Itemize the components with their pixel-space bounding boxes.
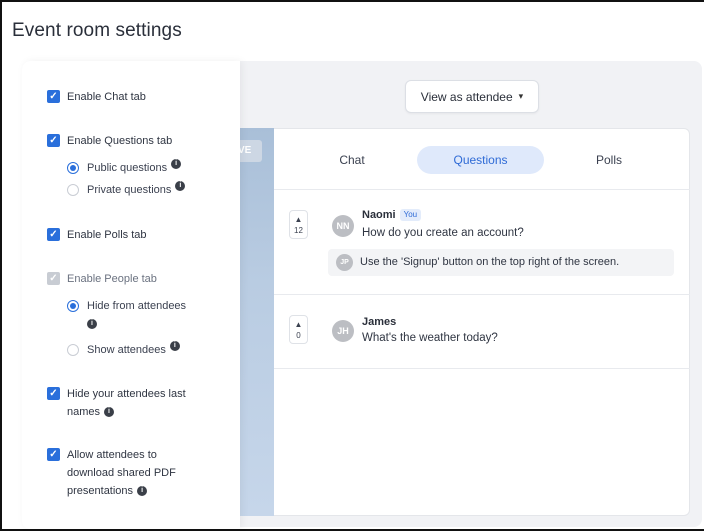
public-questions-label: Public questions (87, 162, 168, 174)
question-item: ▲ 0 JH James What's the weather today? (274, 295, 690, 369)
upvote-button[interactable]: ▲ 12 (289, 210, 308, 239)
vote-count: 0 (296, 331, 301, 340)
radio-unselected-icon[interactable] (67, 184, 79, 196)
enable-chat-label: Enable Chat tab (67, 91, 146, 103)
info-icon[interactable]: i (169, 341, 180, 351)
info-icon[interactable]: i (104, 407, 115, 418)
info-icon[interactable]: i (87, 319, 97, 330)
checkbox-checked-icon[interactable]: ✓ (47, 387, 60, 400)
hide-from-attendees-option[interactable]: Hide from attendees i (67, 297, 186, 333)
you-badge: You (399, 209, 422, 221)
tab-questions[interactable]: Questions (417, 146, 544, 174)
question-author: Naomi You (362, 209, 422, 221)
author-name: James (362, 316, 397, 328)
enable-questions-label: Enable Questions tab (67, 135, 173, 147)
view-as-attendee-button[interactable]: View as attendee ▾ (405, 80, 539, 113)
radio-unselected-icon[interactable] (67, 344, 79, 356)
enable-chat-option[interactable]: ✓ Enable Chat tab (47, 88, 146, 106)
avatar: JP (336, 254, 353, 271)
answer-bubble: JP Use the 'Signup' button on the top ri… (328, 249, 674, 276)
hide-last-names-label-line1: Hide your attendees last (67, 388, 186, 400)
chevron-down-icon: ▾ (518, 91, 524, 101)
checkbox-disabled-icon: ✓ (47, 272, 60, 285)
settings-panel: ✓ Enable Chat tab ✓ Enable Questions tab… (22, 61, 240, 529)
hide-from-attendees-label: Hide from attendees (87, 300, 187, 312)
allow-download-label-line1: Allow attendees to (67, 449, 157, 461)
private-questions-option[interactable]: Private questions i (67, 181, 186, 199)
upvote-arrow-icon: ▲ (294, 320, 303, 329)
private-questions-label: Private questions (87, 184, 172, 196)
info-icon[interactable]: i (175, 181, 186, 191)
avatar: NN (332, 215, 354, 237)
public-questions-option[interactable]: Public questions i (67, 159, 182, 177)
checkbox-checked-icon[interactable]: ✓ (47, 134, 60, 147)
enable-people-label: Enable People tab (67, 273, 157, 285)
question-text: What's the weather today? (362, 332, 498, 344)
vote-count: 12 (294, 226, 303, 235)
author-name: Naomi (362, 209, 396, 221)
allow-pdf-download-option[interactable]: ✓ Allow attendees to download shared PDF… (47, 446, 176, 500)
view-as-label: View as attendee (420, 89, 513, 104)
show-attendees-label: Show attendees (87, 344, 166, 356)
answer-text: Use the 'Signup' button on the top right… (360, 256, 620, 268)
attendee-preview-panel: Chat Questions Polls ▲ 12 NN Naomi You Ho… (274, 128, 690, 516)
question-text: How do you create an account? (362, 227, 524, 239)
hide-last-names-label-line2: names (67, 406, 101, 418)
info-icon[interactable]: i (171, 159, 182, 169)
enable-polls-label: Enable Polls tab (67, 229, 147, 241)
event-preview-image (240, 128, 274, 516)
show-attendees-option[interactable]: Show attendees i (67, 341, 180, 359)
upvote-button[interactable]: ▲ 0 (289, 315, 308, 344)
info-icon[interactable]: i (137, 486, 148, 497)
radio-selected-icon[interactable] (67, 162, 79, 174)
tab-polls[interactable]: Polls (579, 146, 639, 174)
enable-people-option[interactable]: ✓ Enable People tab (47, 270, 157, 288)
tab-chat[interactable]: Chat (322, 146, 382, 174)
checkbox-checked-icon[interactable]: ✓ (47, 448, 60, 461)
allow-download-label-line3: presentations (67, 485, 134, 497)
avatar: JH (332, 320, 354, 342)
upvote-arrow-icon: ▲ (294, 215, 303, 224)
hide-last-names-option[interactable]: ✓ Hide your attendees last names i (47, 385, 186, 421)
enable-polls-option[interactable]: ✓ Enable Polls tab (47, 226, 147, 244)
enable-questions-option[interactable]: ✓ Enable Questions tab (47, 132, 172, 150)
checkbox-checked-icon[interactable]: ✓ (47, 228, 60, 241)
question-item: ▲ 12 NN Naomi You How do you create an ac… (274, 190, 690, 295)
tab-bar: Chat Questions Polls (274, 129, 690, 190)
checkbox-checked-icon[interactable]: ✓ (47, 90, 60, 103)
page-title: Event room settings (12, 20, 182, 41)
allow-download-label-line2: download shared PDF (67, 467, 176, 479)
radio-selected-icon[interactable] (67, 300, 79, 312)
